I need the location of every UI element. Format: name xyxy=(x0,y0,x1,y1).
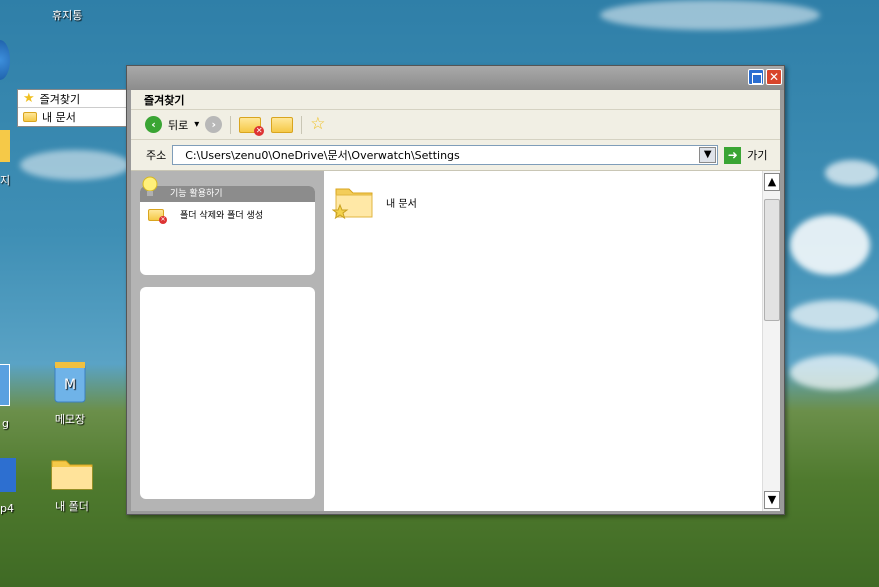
sky-cloud xyxy=(790,355,879,390)
folder-task-icon: ✕ xyxy=(148,208,167,224)
task-pane: 기능 활용하기 ✕ 폴더 삭제와 폴더 생성 xyxy=(131,171,324,511)
scroll-thumb[interactable] xyxy=(764,199,780,321)
desktop-icon-my-folder[interactable]: 내 폴더 xyxy=(37,455,107,514)
desktop-icon-notepad[interactable]: M 메모장 xyxy=(35,360,105,427)
desktop-icon-label-clipped: 지 xyxy=(0,174,11,187)
sky-cloud xyxy=(20,150,130,180)
favorites-panel-label: 내 문서 xyxy=(42,111,76,124)
toolbar: ‹ 뒤로 ▾ › ✕ ☆ xyxy=(131,110,780,140)
sky-cloud xyxy=(825,160,879,186)
file-item-my-documents[interactable]: 내 문서 xyxy=(332,185,417,219)
favorites-panel-item[interactable]: ★ 즐겨찾기 xyxy=(18,90,126,108)
new-folder-icon[interactable] xyxy=(271,116,294,133)
chevron-down-icon[interactable]: ▾ xyxy=(194,119,199,130)
address-bar: 주소 ▼ ➜ 가기 xyxy=(131,144,780,166)
task-item-label: 폴더 삭제와 폴더 생성 xyxy=(180,211,264,221)
folder-star-icon xyxy=(332,188,373,219)
close-button[interactable]: ✕ xyxy=(766,69,782,85)
address-label: 주소 xyxy=(146,149,167,162)
task-delete-create-folder[interactable]: ✕ 폴더 삭제와 폴더 생성 xyxy=(140,202,315,227)
scroll-down-button[interactable]: ▼ xyxy=(764,491,780,509)
folder-icon xyxy=(51,460,93,490)
folder-icon xyxy=(23,112,37,122)
task-card-header: 기능 활용하기 xyxy=(140,186,315,202)
window-titlebar[interactable]: ✕ xyxy=(127,66,784,90)
svg-text:M: M xyxy=(64,377,76,393)
back-button-label[interactable]: 뒤로 xyxy=(168,117,188,133)
toolbar-separator xyxy=(301,115,303,134)
menu-favorites[interactable]: 즐겨찾기 xyxy=(144,92,184,108)
toolbar-separator xyxy=(230,115,232,134)
favorites-panel-item[interactable]: 내 문서 xyxy=(18,108,126,126)
lightbulb-icon xyxy=(142,176,158,196)
desktop-icon-clipped[interactable] xyxy=(0,40,10,80)
forward-arrow-icon[interactable]: › xyxy=(205,116,223,133)
add-favorite-star-icon[interactable]: ☆ xyxy=(310,116,325,133)
address-input[interactable] xyxy=(173,148,694,162)
vertical-scrollbar[interactable]: ▲ ▼ xyxy=(762,171,780,511)
favorites-panel: ★ 즐겨찾기 내 문서 xyxy=(17,89,127,127)
desktop-icon-label: 내 폴더 xyxy=(55,500,89,513)
desktop-icon-clipped[interactable] xyxy=(0,364,10,406)
desktop-icon-label: 메모장 xyxy=(54,413,86,426)
file-item-label: 내 문서 xyxy=(386,198,417,210)
scroll-up-button[interactable]: ▲ xyxy=(764,173,780,191)
chevron-down-icon[interactable]: ▼ xyxy=(699,147,717,163)
details-card xyxy=(140,287,315,499)
desktop-icon-clipped[interactable] xyxy=(0,130,10,162)
desktop-icon-label-clipped: p4 xyxy=(0,502,14,515)
go-arrow-icon[interactable]: ➜ xyxy=(724,146,742,164)
go-button-label[interactable]: 가기 xyxy=(747,147,767,163)
star-icon: ★ xyxy=(23,91,35,106)
desktop-icon-label-recycle-bin[interactable]: 휴지통 xyxy=(52,7,82,23)
menu-bar: 즐겨찾기 xyxy=(131,90,780,110)
desktop-icon-label-clipped: g xyxy=(2,417,9,430)
file-list: 내 문서 xyxy=(324,171,762,511)
maximize-button[interactable] xyxy=(748,69,764,85)
sky-cloud xyxy=(600,0,820,30)
task-card: 기능 활용하기 ✕ 폴더 삭제와 폴더 생성 xyxy=(140,186,315,275)
delete-folder-icon[interactable]: ✕ xyxy=(239,116,265,136)
desktop-icon-clipped[interactable] xyxy=(0,458,16,492)
notepad-icon: M xyxy=(54,362,86,403)
explorer-window: ✕ 즐겨찾기 ‹ 뒤로 ▾ › ✕ ☆ 주소 ▼ ➜ 가기 xyxy=(126,65,785,515)
address-field[interactable]: ▼ xyxy=(172,145,719,165)
back-arrow-icon[interactable]: ‹ xyxy=(145,116,162,133)
sky-cloud xyxy=(790,300,879,330)
content-area: 기능 활용하기 ✕ 폴더 삭제와 폴더 생성 내 문서 ▲ ▼ xyxy=(131,170,780,511)
sky-cloud xyxy=(790,215,870,275)
favorites-panel-label: 즐겨찾기 xyxy=(39,92,81,106)
